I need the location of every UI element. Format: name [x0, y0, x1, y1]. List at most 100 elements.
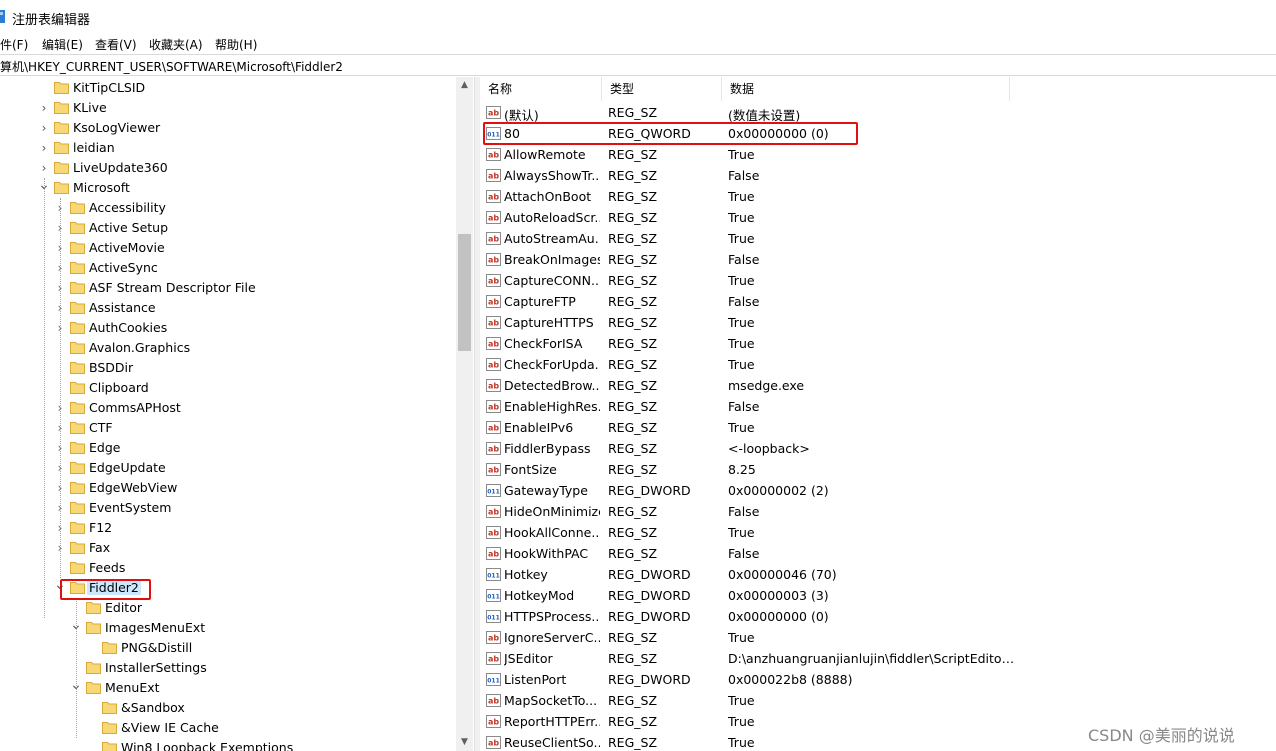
tree-node-label[interactable]: EventSystem [89, 500, 171, 515]
value-row[interactable]: ab CaptureFTP REG_SZ False [480, 291, 1276, 312]
value-row[interactable]: 011 HTTPSProcess... REG_DWORD 0x00000000 (0… [480, 606, 1276, 627]
tree-node-label[interactable]: Assistance [89, 300, 156, 315]
value-row[interactable]: ab CaptureCONN... REG_SZ True [480, 270, 1276, 291]
value-row[interactable]: ab AllowRemote REG_SZ True [480, 144, 1276, 165]
menu-view[interactable]: 查看(V) [95, 36, 137, 53]
tree-node-label[interactable]: KitTipCLSID [73, 80, 145, 95]
tree-node-label[interactable]: Avalon.Graphics [89, 340, 190, 355]
tree-node-label[interactable]: KsoLogViewer [73, 120, 160, 135]
tree-node[interactable]: Win8 Loopback Exemptions [0, 738, 456, 751]
tree-node-label[interactable]: Active Setup [89, 220, 168, 235]
tree-node-label[interactable]: EdgeUpdate [89, 460, 166, 475]
tree-node[interactable]: BSDDir [0, 358, 456, 378]
tree-node[interactable]: &View IE Cache [0, 718, 456, 738]
tree-node[interactable]: ⌄ Microsoft [0, 178, 456, 198]
value-row[interactable]: 011 HotkeyMod REG_DWORD 0x00000003 (3) [480, 585, 1276, 606]
tree-node[interactable]: › Fax [0, 538, 456, 558]
value-row[interactable]: ab FontSize REG_SZ 8.25 [480, 459, 1276, 480]
tree-node-label[interactable]: Win8 Loopback Exemptions [121, 740, 293, 751]
tree-node-label[interactable]: Edge [89, 440, 120, 455]
tree-node-label[interactable]: PNG&Distill [121, 640, 192, 655]
tree-node[interactable]: › EventSystem [0, 498, 456, 518]
tree-node[interactable]: &Sandbox [0, 698, 456, 718]
address-bar[interactable]: 计算机\HKEY_CURRENT_USER\SOFTWARE\Microsoft… [0, 54, 1276, 76]
value-row[interactable]: ab EnableIPv6 REG_SZ True [480, 417, 1276, 438]
tree-node[interactable]: InstallerSettings [0, 658, 456, 678]
chevron-right-icon[interactable]: › [38, 98, 50, 118]
value-row[interactable]: ab CheckForISA REG_SZ True [480, 333, 1276, 354]
tree-node-label[interactable]: Clipboard [89, 380, 149, 395]
tree-node-label[interactable]: InstallerSettings [105, 660, 207, 675]
value-row[interactable]: 011 Hotkey REG_DWORD 0x00000046 (70) [480, 564, 1276, 585]
tree-node[interactable]: Feeds [0, 558, 456, 578]
value-row[interactable]: ab CheckForUpda... REG_SZ True [480, 354, 1276, 375]
value-row[interactable]: ab HideOnMinimize REG_SZ False [480, 501, 1276, 522]
tree-node[interactable]: › EdgeUpdate [0, 458, 456, 478]
tree-node-label[interactable]: KLive [73, 100, 107, 115]
value-row[interactable]: ab (默认) REG_SZ (数值未设置) [480, 102, 1276, 123]
column-header-type[interactable]: 类型 [602, 77, 722, 101]
tree-node[interactable]: Editor [0, 598, 456, 618]
tree-node-label[interactable]: Accessibility [89, 200, 166, 215]
chevron-right-icon[interactable]: › [38, 118, 50, 138]
value-row[interactable]: ab BreakOnImages REG_SZ False [480, 249, 1276, 270]
value-row[interactable]: ab FiddlerBypass REG_SZ <-loopback> [480, 438, 1276, 459]
tree-node[interactable]: › F12 [0, 518, 456, 538]
tree-node[interactable]: › Accessibility [0, 198, 456, 218]
tree-node-label[interactable]: CTF [89, 420, 113, 435]
chevron-right-icon[interactable]: › [38, 138, 50, 158]
tree-node[interactable]: › KLive [0, 98, 456, 118]
value-row[interactable]: ab EnableHighRes... REG_SZ False [480, 396, 1276, 417]
tree-node[interactable]: › Assistance [0, 298, 456, 318]
tree-node-label[interactable]: ActiveMovie [89, 240, 165, 255]
tree-node[interactable]: › Edge [0, 438, 456, 458]
tree-node-label[interactable]: EdgeWebView [89, 480, 177, 495]
tree-node-label[interactable]: ImagesMenuExt [105, 620, 205, 635]
value-row[interactable]: ab CaptureHTTPS REG_SZ True [480, 312, 1276, 333]
tree-node-label[interactable]: leidian [73, 140, 115, 155]
tree-node[interactable]: › ActiveMovie [0, 238, 456, 258]
tree-node-label[interactable]: BSDDir [89, 360, 133, 375]
value-row[interactable]: ab AttachOnBoot REG_SZ True [480, 186, 1276, 207]
tree-node-label[interactable]: Feeds [89, 560, 125, 575]
tree-node[interactable]: PNG&Distill [0, 638, 456, 658]
menu-help[interactable]: 帮助(H) [215, 36, 257, 53]
scroll-down-arrow-icon[interactable]: ▼ [456, 734, 473, 751]
value-row[interactable]: ab AlwaysShowTr... REG_SZ False [480, 165, 1276, 186]
value-row[interactable]: ab IgnoreServerC... REG_SZ True [480, 627, 1276, 648]
tree-node[interactable]: › CTF [0, 418, 456, 438]
tree-node[interactable]: › ActiveSync [0, 258, 456, 278]
tree-node[interactable]: › leidian [0, 138, 456, 158]
column-header-data[interactable]: 数据 [722, 77, 1010, 101]
tree-node-label[interactable]: Fax [89, 540, 110, 555]
tree-node-label[interactable]: F12 [89, 520, 112, 535]
value-row[interactable]: ab JSEditor REG_SZ D:\anzhuangruanjianlujin… [480, 648, 1276, 669]
value-row[interactable]: ab AutoReloadScr... REG_SZ True [480, 207, 1276, 228]
value-row[interactable]: ab MapSocketTo... REG_SZ True [480, 690, 1276, 711]
tree-node[interactable]: › EdgeWebView [0, 478, 456, 498]
value-row[interactable]: ab HookAllConne... REG_SZ True [480, 522, 1276, 543]
tree-node-label[interactable]: LiveUpdate360 [73, 160, 168, 175]
value-row[interactable]: ab AutoStreamAu... REG_SZ True [480, 228, 1276, 249]
tree-node[interactable]: Clipboard [0, 378, 456, 398]
column-header-name[interactable]: 名称 [480, 77, 602, 101]
tree-node[interactable]: Avalon.Graphics [0, 338, 456, 358]
tree-node[interactable]: › LiveUpdate360 [0, 158, 456, 178]
menu-edit[interactable]: 编辑(E) [42, 36, 83, 53]
tree-node[interactable]: KitTipCLSID [0, 78, 456, 98]
address-path[interactable]: 计算机\HKEY_CURRENT_USER\SOFTWARE\Microsoft… [0, 58, 343, 75]
tree-node[interactable]: ⌄ MenuExt [0, 678, 456, 698]
tree-node[interactable]: › ASF Stream Descriptor File [0, 278, 456, 298]
tree-node-label[interactable]: ActiveSync [89, 260, 158, 275]
tree-node-label[interactable]: &Sandbox [121, 700, 185, 715]
chevron-right-icon[interactable]: › [38, 158, 50, 178]
scroll-up-arrow-icon[interactable]: ▲ [456, 77, 473, 94]
tree-scroll-thumb[interactable] [458, 234, 471, 351]
value-row[interactable]: 011 GatewayType REG_DWORD 0x00000002 (2) [480, 480, 1276, 501]
tree-node[interactable]: › CommsAPHost [0, 398, 456, 418]
tree-node-label[interactable]: Microsoft [73, 180, 130, 195]
menu-favorites[interactable]: 收藏夹(A) [149, 36, 203, 53]
tree-node-label[interactable]: MenuExt [105, 680, 160, 695]
values-list[interactable]: 名称 类型 数据 ab (默认) REG_SZ (数值未设置) 011 80 REG_QWO… [480, 77, 1276, 751]
tree-node[interactable]: › AuthCookies [0, 318, 456, 338]
